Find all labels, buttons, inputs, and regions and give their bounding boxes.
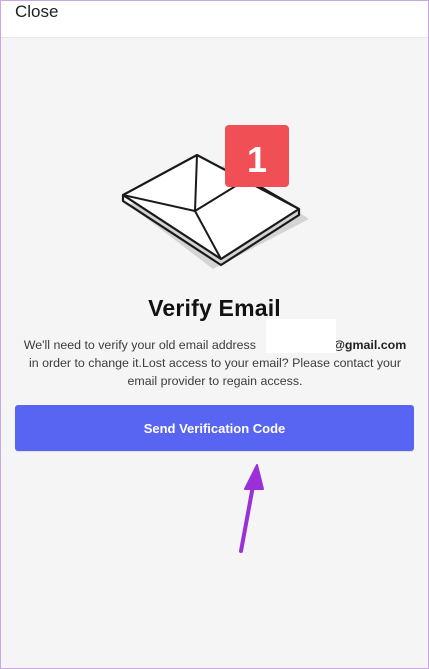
top-bar: Close [1, 1, 428, 38]
annotation-arrow-icon [239, 464, 264, 553]
description-line-1: We'll need to verify your old email addr… [15, 336, 415, 354]
email-domain: a@gmail.com [325, 338, 407, 352]
description-line-2: in order to change it.Lost access to you… [29, 356, 401, 370]
redaction-box [266, 319, 336, 353]
badge-count: 1 [247, 139, 267, 180]
description-line-3: email provider to regain access. [127, 374, 303, 388]
send-verification-code-button[interactable]: Send Verification Code [15, 405, 414, 451]
modal-frame: Close 1 Verify Email We'll need to verif… [0, 0, 429, 669]
description-prefix: We'll need to verify your old email addr… [23, 338, 256, 352]
close-button[interactable]: Close [15, 1, 58, 23]
description: We'll need to verify your old email addr… [15, 336, 415, 390]
envelope-illustration: 1 [121, 125, 309, 269]
page-title: Verify Email [148, 295, 281, 321]
